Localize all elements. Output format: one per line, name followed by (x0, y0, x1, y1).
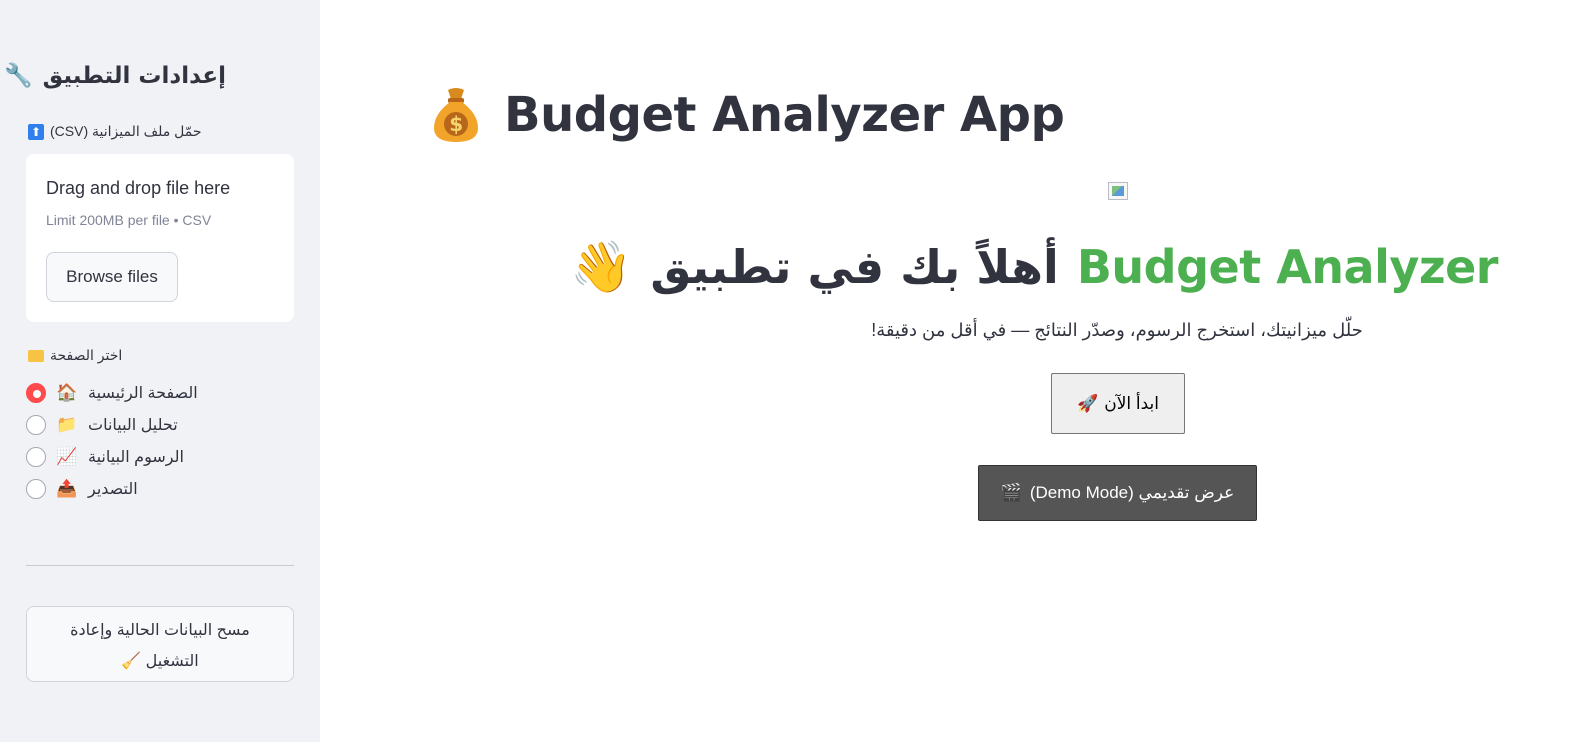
waving-hand-icon: 👋 (570, 237, 633, 296)
welcome-arabic-text: أهلاً بك في تطبيق (650, 240, 1059, 294)
radio-option-home[interactable]: 🏠 الصفحة الرئيسية (26, 382, 198, 404)
sidebar-title: إعدادات التطبيق 🔧 (4, 62, 226, 89)
file-dropzone[interactable]: Drag and drop file here Limit 200MB per … (26, 154, 294, 322)
sidebar-title-text: إعدادات التطبيق (42, 63, 226, 89)
sidebar-divider (26, 565, 294, 566)
broom-icon: 🧹 (121, 653, 142, 670)
broken-image-placeholder (1108, 182, 1128, 200)
upload-label: ⬆ حمّل ملف الميزانية (CSV) (28, 123, 202, 140)
radio-option-analysis[interactable]: 📁 تحليل البيانات (26, 414, 178, 436)
radio-option-label: الرسوم البيانية (88, 449, 184, 466)
radio-option-label: الصفحة الرئيسية (88, 385, 198, 402)
reset-button-label: مسح البيانات الحالية وإعادة التشغيل (70, 622, 250, 670)
start-now-button[interactable]: ابدأ الآن 🚀 (1051, 373, 1185, 434)
page-radio-label-text: اختر الصفحة (50, 347, 123, 363)
folder-icon: 📁 (56, 415, 78, 434)
house-icon: 🏠 (56, 383, 78, 402)
radio-button[interactable] (26, 479, 46, 499)
radio-option-label: التصدير (88, 481, 138, 498)
upload-arrow-icon: ⬆ (28, 123, 44, 140)
outbox-icon: 📤 (56, 479, 78, 498)
radio-option-label: تحليل البيانات (88, 417, 178, 434)
page-title-text: Budget Analyzer App (504, 87, 1065, 143)
start-button-label: ابدأ الآن (1104, 393, 1159, 413)
upload-label-text: حمّل ملف الميزانية (CSV) (50, 123, 202, 139)
browse-files-button[interactable]: Browse files (46, 252, 178, 302)
radio-button-selected[interactable] (26, 383, 46, 403)
demo-button-label: عرض تقديمي (Demo Mode) (1029, 483, 1235, 502)
wrench-icon: 🔧 (3, 63, 33, 89)
demo-mode-button[interactable]: عرض تقديمي (Demo Mode) 🎬 (978, 465, 1257, 521)
welcome-heading: 👋 أهلاً بك في تطبيق Budget Analyzer (570, 232, 1499, 302)
sidebar: إعدادات التطبيق 🔧 ⬆ حمّل ملف الميزانية (C… (0, 0, 320, 742)
welcome-subtitle: حلّل ميزانيتك، استخرج الرسوم، وصدّر النت… (871, 320, 1363, 340)
rocket-icon: 🚀 (1077, 393, 1099, 413)
dropzone-limit: Limit 200MB per file • CSV (46, 212, 212, 228)
radio-button[interactable] (26, 415, 46, 435)
svg-text:$: $ (449, 112, 462, 136)
money-bag-icon: $ (434, 88, 478, 142)
page-title: $ Budget Analyzer App (430, 86, 1065, 144)
radio-option-charts[interactable]: 📈 الرسوم البيانية (26, 446, 184, 468)
welcome-app-name: Budget Analyzer (1076, 240, 1499, 294)
chart-up-icon: 📈 (56, 447, 78, 466)
clapper-icon: 🎬 (1000, 483, 1022, 502)
dropzone-title: Drag and drop file here (46, 178, 231, 198)
radio-button[interactable] (26, 447, 46, 467)
page-radio-label: اختر الصفحة (28, 347, 122, 364)
folder-icon (28, 349, 44, 362)
radio-option-export[interactable]: 📤 التصدير (26, 478, 138, 500)
reset-data-button[interactable]: مسح البيانات الحالية وإعادة التشغيل 🧹 (26, 606, 294, 682)
